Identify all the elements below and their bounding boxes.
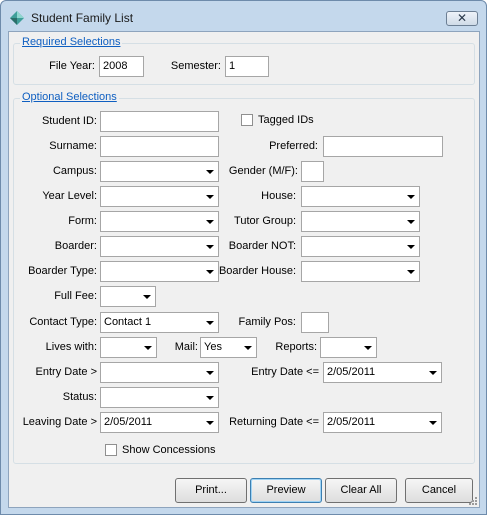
lives-with-label: Lives with: <box>45 341 97 353</box>
chevron-down-icon[interactable] <box>140 338 156 357</box>
app-icon <box>10 11 24 25</box>
student-id-input[interactable] <box>100 111 219 132</box>
semester-label: Semester: <box>170 60 221 72</box>
year-level-combo[interactable] <box>100 186 219 207</box>
boarder-combo[interactable] <box>100 236 219 257</box>
semester-input[interactable]: 1 <box>225 56 269 77</box>
surname-input[interactable] <box>100 136 219 157</box>
student-id-label: Student ID: <box>41 115 97 127</box>
chevron-down-icon[interactable] <box>202 363 218 382</box>
contact-type-label: Contact Type: <box>29 316 97 328</box>
family-pos-label: Family Pos: <box>238 316 296 328</box>
print-button[interactable]: Print... <box>175 478 247 503</box>
boarder-house-combo[interactable] <box>301 261 420 282</box>
full-fee-combo[interactable] <box>100 286 156 307</box>
window-title: Student Family List <box>31 11 134 25</box>
file-year-label: File Year: <box>49 60 95 72</box>
cancel-button[interactable]: Cancel <box>405 478 473 503</box>
chevron-down-icon[interactable] <box>202 313 218 332</box>
chevron-down-icon[interactable] <box>360 338 376 357</box>
entry-date-le-value: 2/05/2011 <box>327 366 376 378</box>
returning-date-combo[interactable]: 2/05/2011 <box>323 412 442 433</box>
family-pos-input[interactable] <box>301 312 329 333</box>
entry-date-gt-label: Entry Date > <box>35 366 97 378</box>
campus-combo[interactable] <box>100 161 219 182</box>
chevron-down-icon[interactable] <box>202 187 218 206</box>
boarder-type-combo[interactable] <box>100 261 219 282</box>
reports-label: Reports: <box>275 341 317 353</box>
dialog-window: Student Family List ✕ Required Selection… <box>0 0 487 515</box>
boarder-house-label: Boarder House: <box>218 265 296 277</box>
file-year-input[interactable]: 2008 <box>99 56 144 77</box>
boarder-not-combo[interactable] <box>301 236 420 257</box>
full-fee-label: Full Fee: <box>54 290 97 302</box>
chevron-down-icon[interactable] <box>403 237 419 256</box>
mail-combo[interactable]: Yes <box>200 337 257 358</box>
close-icon: ✕ <box>456 11 468 25</box>
tagged-ids-checkbox[interactable] <box>241 114 253 126</box>
leaving-date-label: Leaving Date > <box>22 416 97 428</box>
chevron-down-icon[interactable] <box>202 237 218 256</box>
status-label: Status: <box>62 391 97 403</box>
chevron-down-icon[interactable] <box>403 212 419 231</box>
tutor-group-combo[interactable] <box>301 211 420 232</box>
returning-date-label: Returning Date <= <box>229 416 319 428</box>
dialog-client: Required Selections File Year: 2008 Seme… <box>8 31 480 508</box>
leaving-date-value: 2/05/2011 <box>104 416 153 428</box>
required-selections-label: Required Selections <box>20 36 123 48</box>
chevron-down-icon[interactable] <box>403 187 419 206</box>
lives-with-combo[interactable] <box>100 337 157 358</box>
entry-date-le-combo[interactable]: 2/05/2011 <box>323 362 442 383</box>
chevron-down-icon[interactable] <box>425 413 441 432</box>
tutor-group-label: Tutor Group: <box>234 215 296 227</box>
year-level-label: Year Level: <box>42 190 97 202</box>
chevron-down-icon[interactable] <box>240 338 256 357</box>
chevron-down-icon[interactable] <box>425 363 441 382</box>
contact-type-value: Contact 1 <box>104 316 152 328</box>
chevron-down-icon[interactable] <box>202 413 218 432</box>
chevron-down-icon[interactable] <box>139 287 155 306</box>
show-concessions-checkbox[interactable] <box>105 444 117 456</box>
form-label: Form: <box>68 215 97 227</box>
campus-label: Campus: <box>52 165 97 177</box>
chevron-down-icon[interactable] <box>202 388 218 407</box>
returning-date-value: 2/05/2011 <box>327 416 376 428</box>
leaving-date-combo[interactable]: 2/05/2011 <box>100 412 219 433</box>
status-combo[interactable] <box>100 387 219 408</box>
gender-input[interactable] <box>301 161 324 182</box>
close-button[interactable]: ✕ <box>446 11 478 26</box>
mail-value: Yes <box>204 341 222 353</box>
house-label: House: <box>261 190 296 202</box>
preferred-label: Preferred: <box>269 140 318 152</box>
resize-grip-icon[interactable] <box>468 496 478 506</box>
reports-combo[interactable] <box>320 337 377 358</box>
boarder-not-label: Boarder NOT: <box>228 240 296 252</box>
entry-date-gt-combo[interactable] <box>100 362 219 383</box>
boarder-type-label: Boarder Type: <box>28 265 97 277</box>
surname-label: Surname: <box>49 140 97 152</box>
chevron-down-icon[interactable] <box>202 162 218 181</box>
title-bar[interactable]: Student Family List ✕ <box>1 1 486 33</box>
preview-button[interactable]: Preview <box>250 478 322 503</box>
show-concessions-label: Show Concessions <box>122 444 216 456</box>
form-combo[interactable] <box>100 211 219 232</box>
house-combo[interactable] <box>301 186 420 207</box>
optional-selections-label: Optional Selections <box>20 91 119 103</box>
gender-label: Gender (M/F): <box>228 165 298 177</box>
preferred-input[interactable] <box>323 136 443 157</box>
contact-type-combo[interactable]: Contact 1 <box>100 312 219 333</box>
boarder-label: Boarder: <box>54 240 97 252</box>
entry-date-le-label: Entry Date <= <box>251 366 319 378</box>
chevron-down-icon[interactable] <box>202 212 218 231</box>
clear-all-button[interactable]: Clear All <box>325 478 397 503</box>
mail-label: Mail: <box>174 341 198 353</box>
tagged-ids-label: Tagged IDs <box>258 114 314 126</box>
chevron-down-icon[interactable] <box>403 262 419 281</box>
